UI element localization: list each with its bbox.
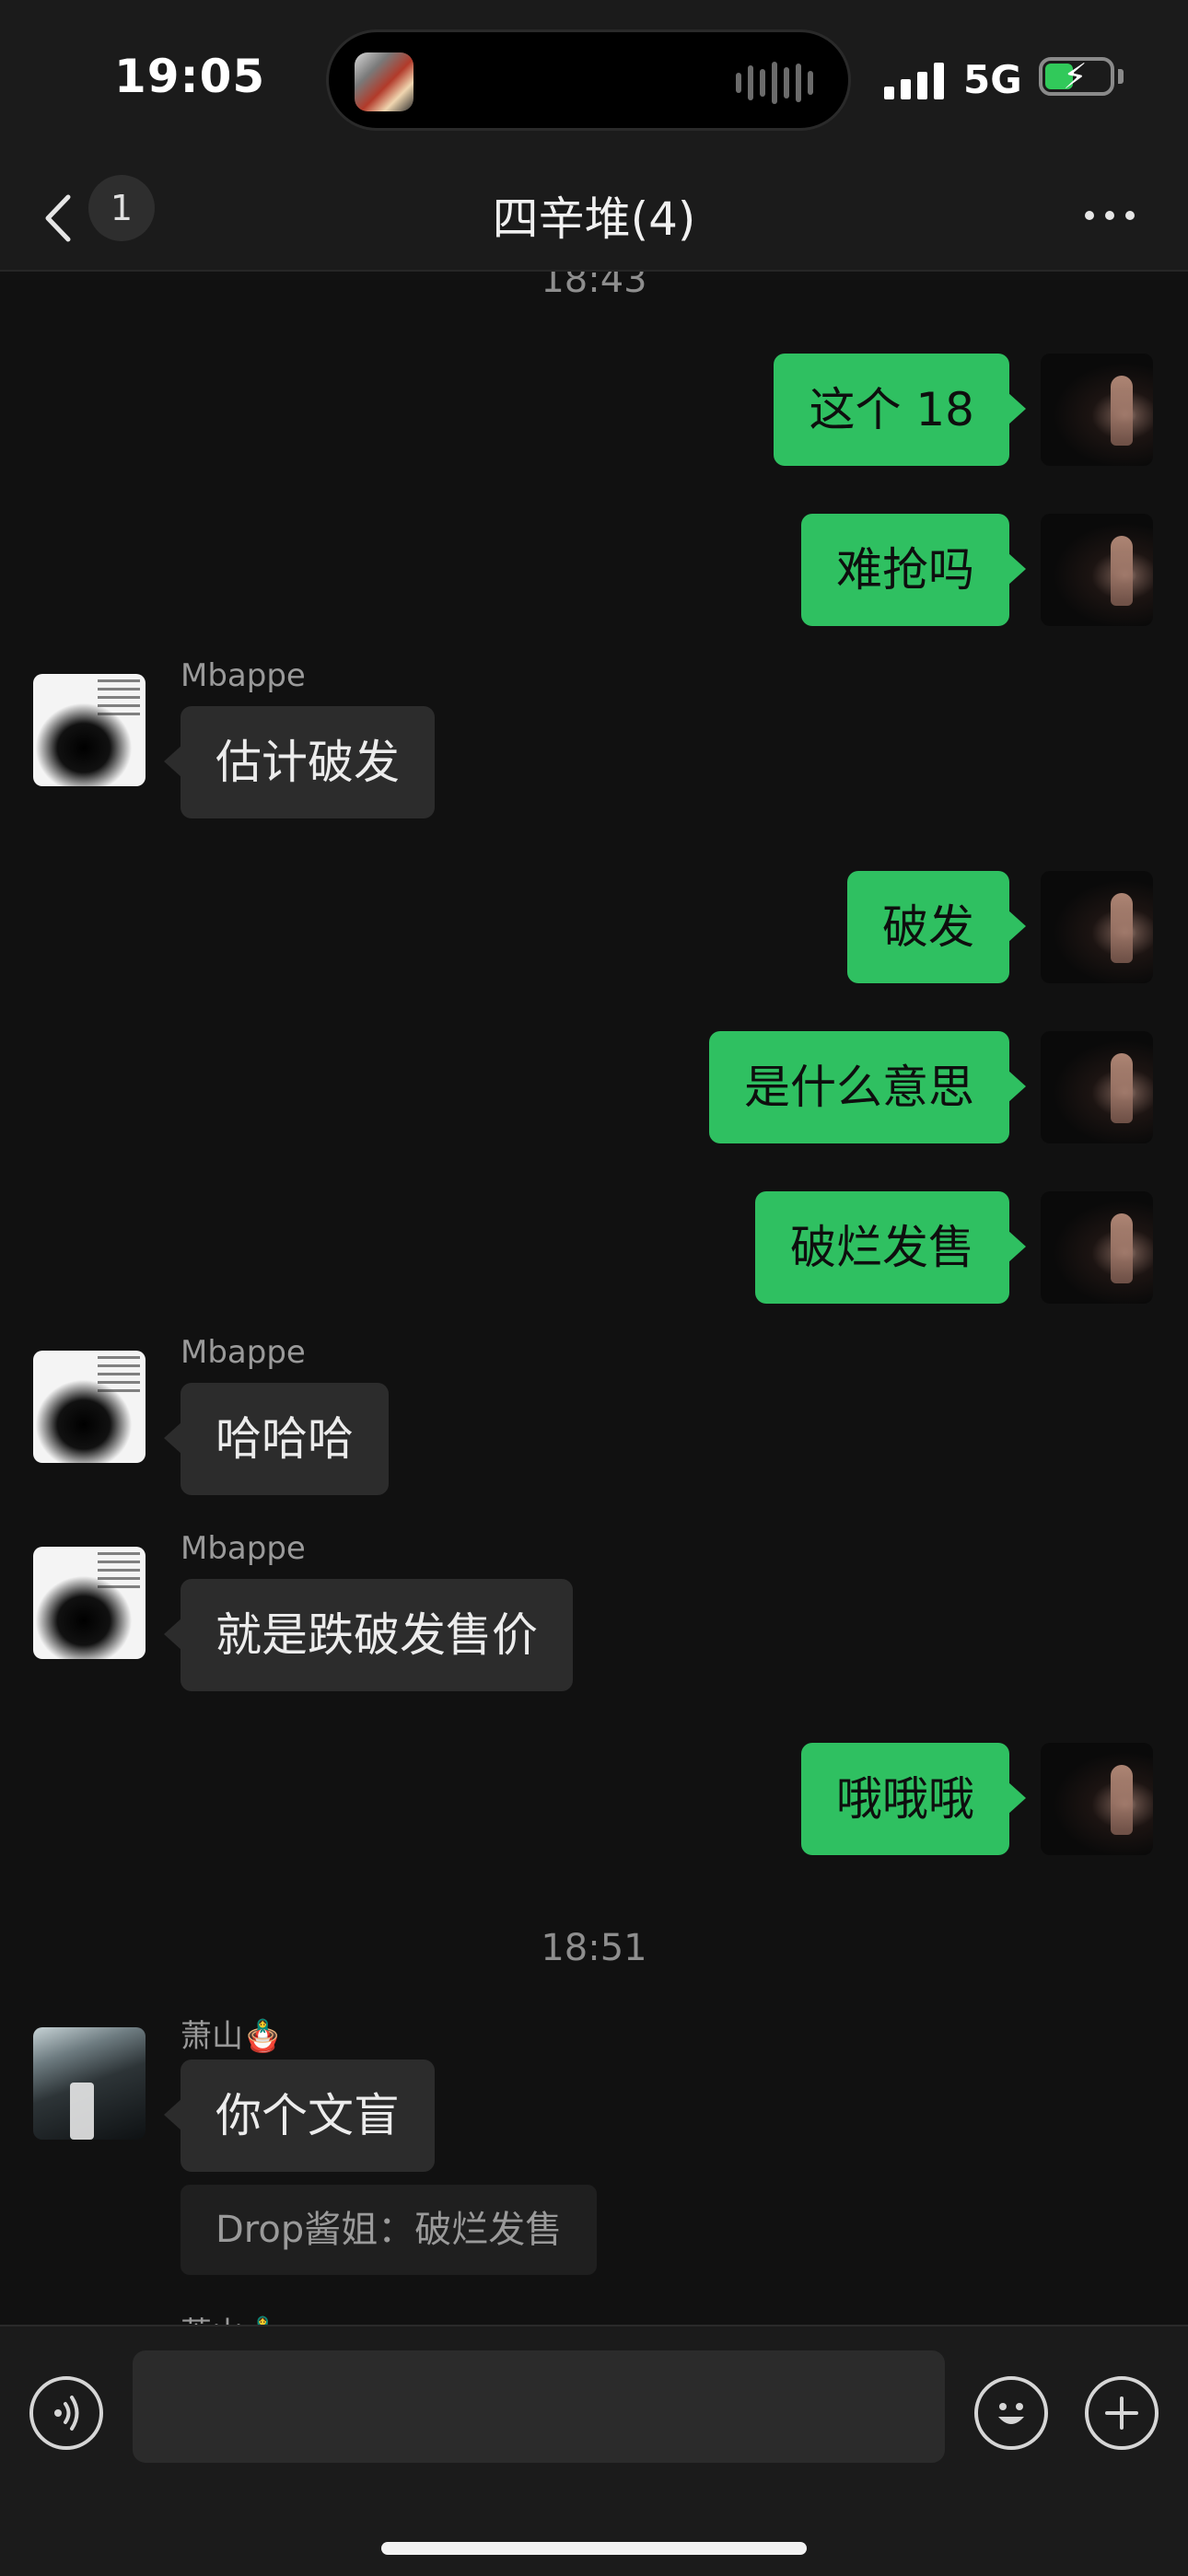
avatar[interactable] xyxy=(33,1547,146,1659)
message-bubble[interactable]: 难抢吗 xyxy=(801,514,1026,626)
sender-name: 萧山🪆 xyxy=(181,2308,282,2325)
avatar[interactable] xyxy=(1041,1743,1153,1855)
quoted-message[interactable]: Drop酱姐：破烂发售 xyxy=(181,2185,598,2275)
plus-icon xyxy=(1105,2396,1138,2430)
input-bar xyxy=(0,2325,1188,2576)
battery-tip xyxy=(1118,69,1124,84)
message-bubble[interactable]: 破发 xyxy=(847,871,1026,983)
status-time: 19:05 xyxy=(114,50,266,103)
message-bubble[interactable]: 哈哈哈 xyxy=(164,1383,389,1495)
timestamp: 18:51 xyxy=(541,1927,647,1969)
message-input[interactable] xyxy=(133,2350,945,2463)
avatar[interactable] xyxy=(1041,354,1153,466)
avatar[interactable] xyxy=(1041,1031,1153,1143)
now-playing-artwork[interactable] xyxy=(355,52,413,111)
message-bubble[interactable]: 这个 18 xyxy=(774,354,1026,466)
message-bubble[interactable]: 哦哦哦 xyxy=(801,1743,1026,1855)
emoji-button[interactable] xyxy=(974,2376,1048,2450)
charging-bolt-icon: ⚡ xyxy=(1063,56,1088,97)
avatar[interactable] xyxy=(33,674,146,786)
cellular-signal-icon xyxy=(884,61,944,99)
message-bubble[interactable]: 估计破发 xyxy=(164,706,435,818)
sender-name: Mbappe xyxy=(181,657,306,694)
message-list[interactable]: 18:43 这个 18 难抢吗 Mbappe 估计破发 破发 是什么意思 破烂发… xyxy=(0,272,1188,2325)
sender-name: Mbappe xyxy=(181,1334,306,1371)
network-type: 5G xyxy=(963,57,1022,102)
sender-name: 萧山🪆 xyxy=(181,2018,283,2055)
message-bubble[interactable]: 破烂发售 xyxy=(755,1191,1026,1304)
avatar[interactable] xyxy=(33,2027,146,2140)
avatar[interactable] xyxy=(33,1351,146,1463)
chat-header: 1 四辛堆(4) xyxy=(0,166,1188,272)
more-options-button[interactable] xyxy=(1077,197,1142,234)
home-indicator[interactable] xyxy=(381,2542,807,2555)
battery-icon: ⚡ xyxy=(1039,57,1114,96)
message-bubble[interactable]: 就是跌破发售价 xyxy=(164,1579,573,1691)
status-bar: 19:05 5G ⚡ xyxy=(0,0,1188,166)
timestamp: 18:43 xyxy=(541,272,647,301)
chat-title: 四辛堆(4) xyxy=(492,192,696,246)
message-bubble[interactable]: 你个文盲 xyxy=(164,2060,435,2172)
dynamic-island[interactable] xyxy=(326,29,851,131)
avatar[interactable] xyxy=(1041,871,1153,983)
sender-name: Mbappe xyxy=(181,1530,306,1567)
voice-icon xyxy=(54,2396,79,2431)
audio-waveform-icon xyxy=(736,60,813,106)
smiley-icon xyxy=(998,2403,1024,2424)
more-functions-button[interactable] xyxy=(1085,2376,1159,2450)
more-dots-icon xyxy=(1085,211,1135,220)
avatar[interactable] xyxy=(1041,514,1153,626)
avatar[interactable] xyxy=(1041,1191,1153,1304)
voice-input-button[interactable] xyxy=(29,2376,103,2450)
message-bubble[interactable]: 是什么意思 xyxy=(709,1031,1026,1143)
